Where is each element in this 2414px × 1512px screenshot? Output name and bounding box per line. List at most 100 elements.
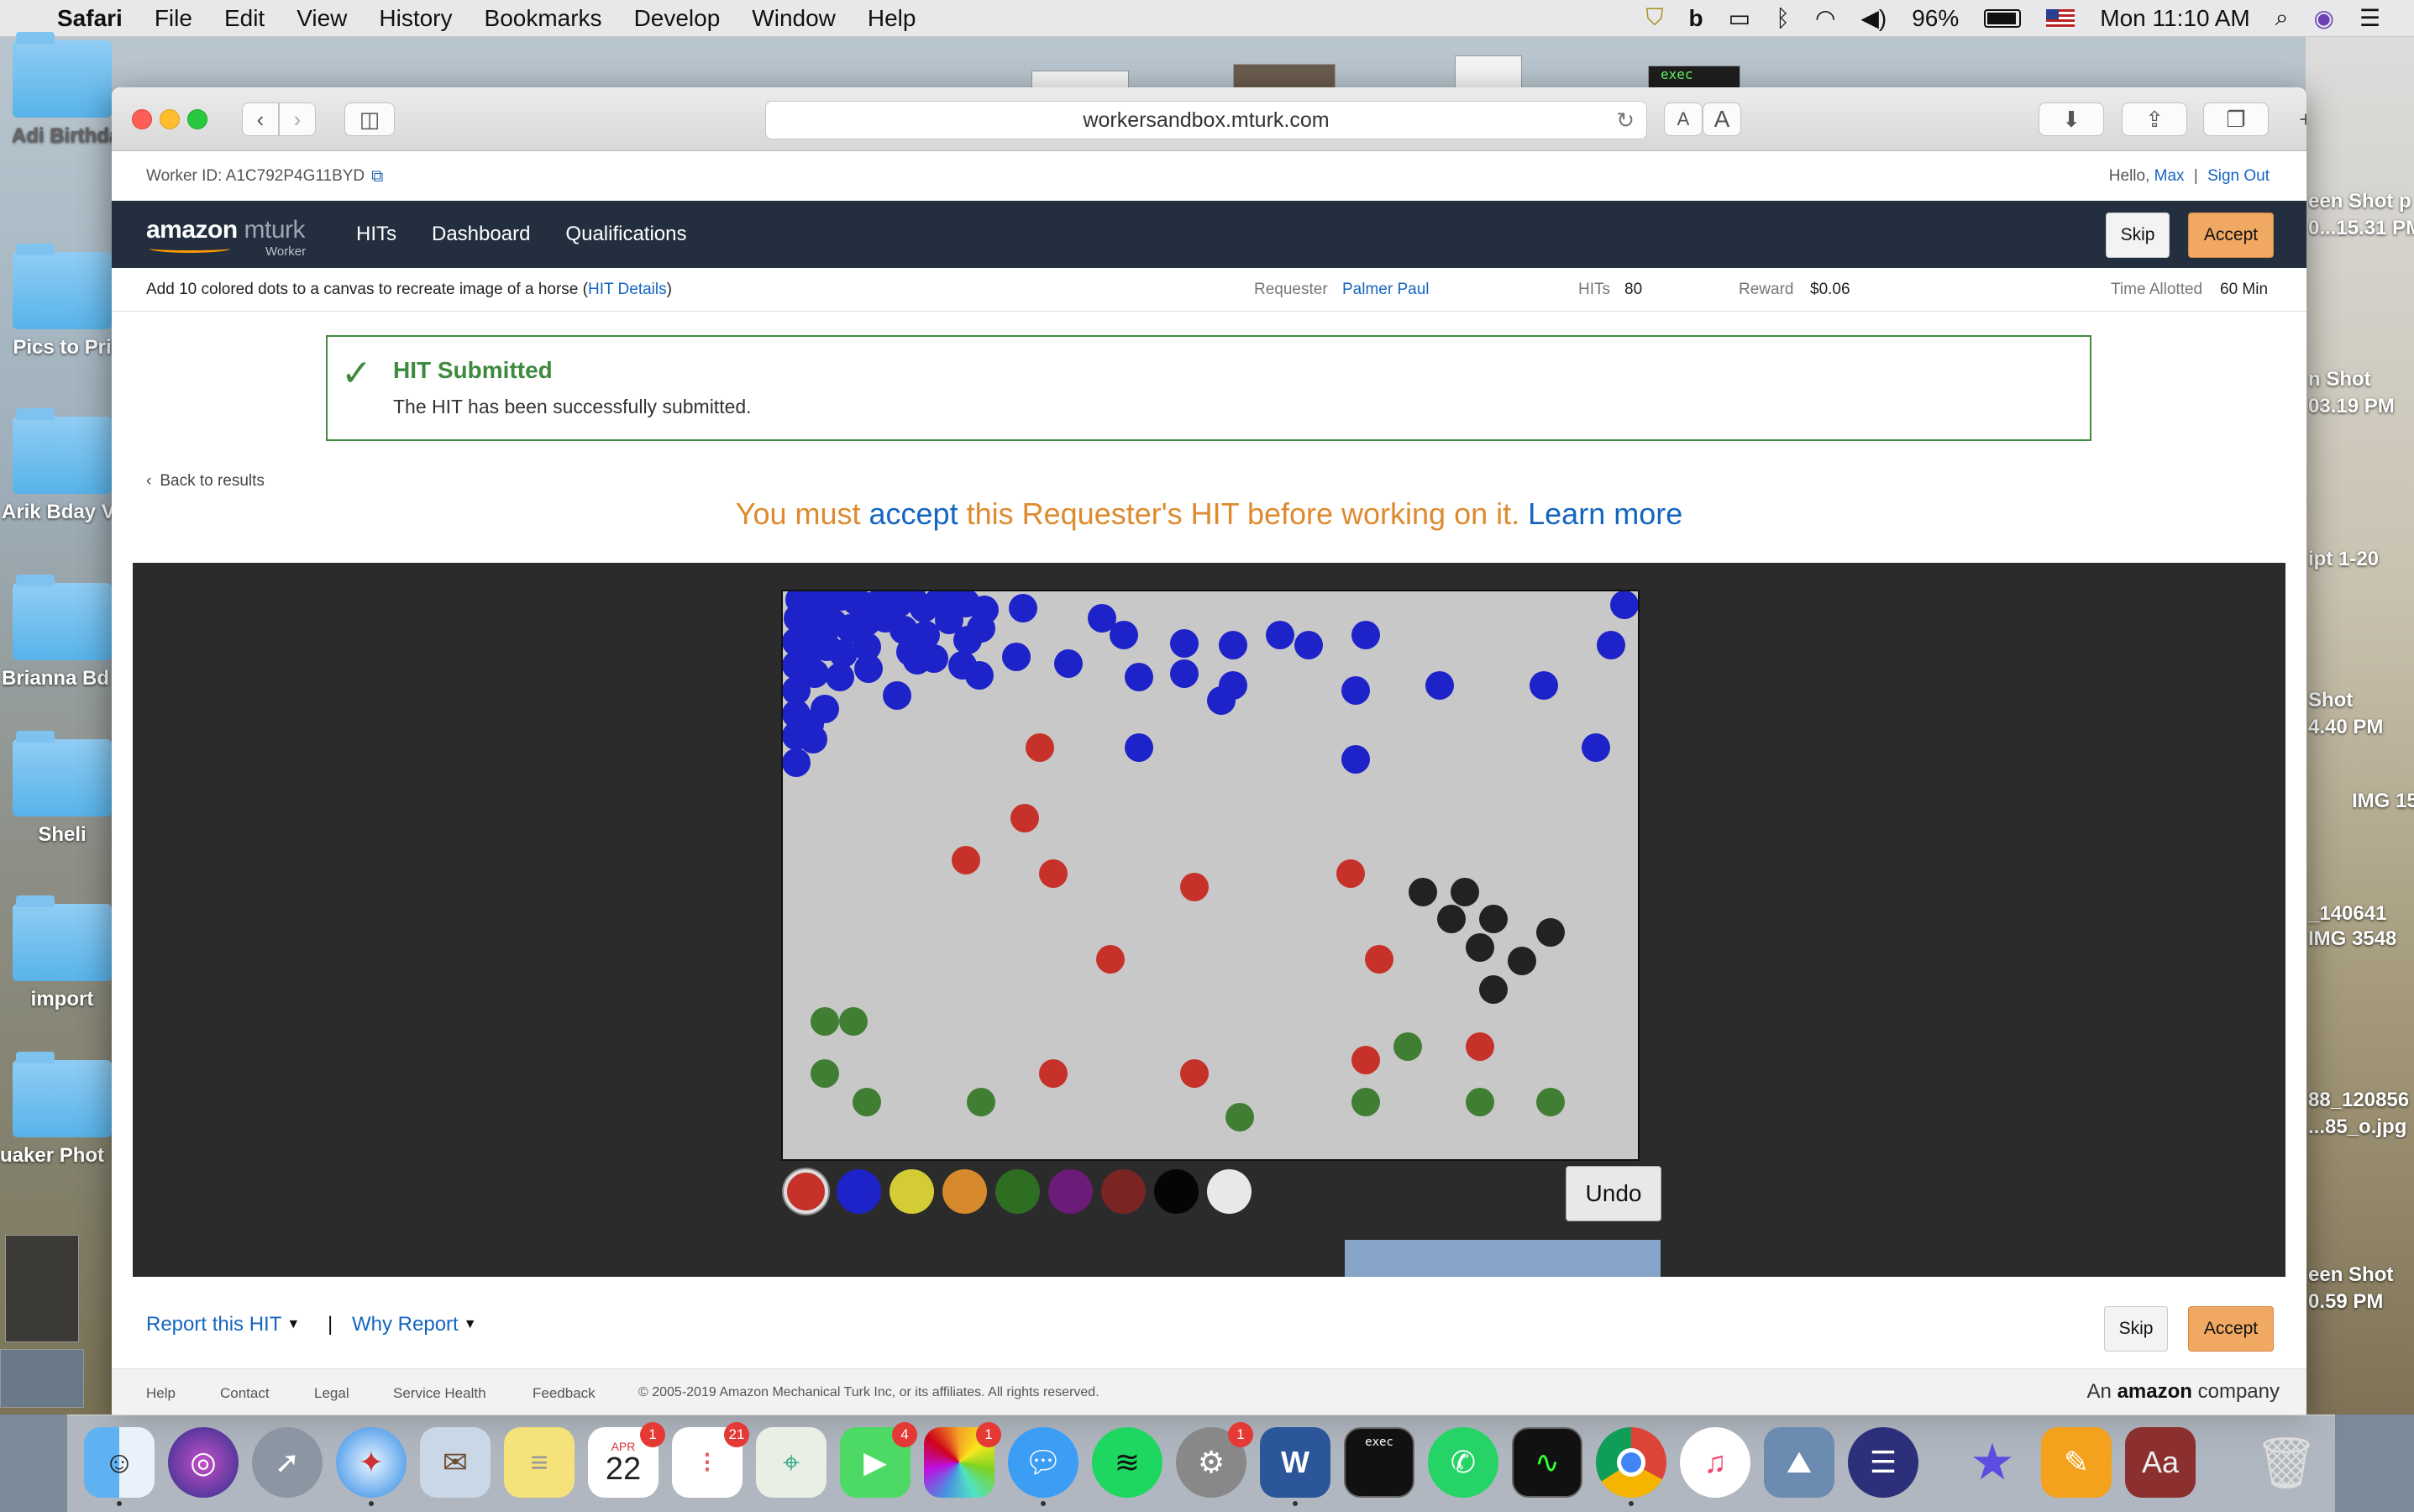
safari-icon[interactable]: ✦ [336,1427,407,1506]
itunes-icon[interactable]: ♫ [1680,1427,1750,1498]
desktop-file-thumbnail[interactable] [1455,55,1522,89]
submit-button-partial[interactable] [1345,1240,1661,1277]
reminders-icon[interactable]: ⁝ 21 [672,1422,749,1498]
accept-button[interactable]: Accept [2188,1306,2274,1352]
menu-bookmarks[interactable]: Bookmarks [485,5,602,32]
copy-icon[interactable]: ⧉ [371,167,383,186]
swatch-purple[interactable] [1048,1169,1093,1214]
dictionary-icon[interactable]: Aa [2125,1427,2196,1498]
report-hit-dropdown[interactable]: Report this HIT ▼ [146,1313,300,1336]
wifi-icon[interactable]: ◠ [1815,4,1835,32]
minimize-window-button[interactable] [160,109,180,129]
desktop-folder[interactable]: Pics to Pri [12,244,113,360]
desktop-file-label[interactable]: 03.19 PM [2308,395,2414,418]
new-tab-button[interactable]: + [2289,102,2306,136]
sign-out-link[interactable]: Sign Out [2207,167,2270,185]
desktop-file-label[interactable]: een Shot [2308,1263,2414,1287]
requester-link[interactable]: Palmer Paul [1342,281,1430,299]
swatch-blue[interactable] [837,1169,881,1214]
swatch-green[interactable] [995,1169,1040,1214]
calendar-icon[interactable]: APR 22 1 [588,1422,665,1498]
menu-window[interactable]: Window [752,5,836,32]
battery-icon[interactable] [1984,8,2022,28]
desktop-file-label[interactable]: ...85_o.jpg [2308,1116,2414,1139]
text-larger-button[interactable]: A [1703,102,1741,136]
desktop-file-label[interactable]: 0.59 PM [2308,1290,2414,1314]
notes-icon[interactable]: ≡ [504,1427,575,1498]
nav-qualifications[interactable]: Qualifications [565,223,686,246]
photos-icon[interactable]: 1 [924,1422,1001,1498]
menu-view[interactable]: View [297,5,347,32]
preview-icon[interactable]: ⛰ [1764,1427,1834,1498]
bluetooth-icon[interactable]: ᛒ [1776,5,1790,32]
menu-app-name[interactable]: Safari [57,5,123,32]
desktop-file-label[interactable]: Shot [2308,689,2414,712]
desktop-terminal-thumbnail[interactable]: exec [1648,66,1740,89]
whatsapp-icon[interactable]: ✆ [1428,1427,1498,1498]
swatch-orange[interactable] [942,1169,987,1214]
swatch-white[interactable] [1207,1169,1252,1214]
desktop-file-label[interactable]: IMG 3548 [2308,927,2414,951]
menu-file[interactable]: File [155,5,192,32]
address-bar[interactable]: workersandbox.mturk.com ↻ [765,101,1647,139]
accept-link[interactable]: accept [869,496,958,531]
desktop-folder[interactable]: Adi Birthda [12,32,113,148]
undo-button[interactable]: Undo [1566,1166,1661,1221]
desktop-file-label[interactable]: n Shot [2308,368,2414,391]
finder-icon[interactable]: ☺ [84,1427,155,1506]
spotlight-search-icon[interactable]: ⌕ [2275,4,2289,32]
swatch-dark-red[interactable] [1101,1169,1146,1214]
desktop-folder[interactable]: uaker Phot [0,1052,113,1168]
desktop-file-label[interactable]: _140641 [2308,902,2414,926]
menu-help[interactable]: Help [868,5,916,32]
b-app-icon[interactable]: b [1689,5,1703,32]
trash-icon[interactable]: 🗑︎ [2251,1427,2322,1498]
terminal-icon[interactable]: exec [1344,1427,1414,1498]
pages-icon[interactable]: ✎ [2041,1427,2112,1498]
facetime-icon[interactable]: ▶ 4 [840,1422,917,1498]
desktop-file-label[interactable]: 0...15.31 PM [2308,217,2414,240]
activity-monitor-icon[interactable]: ∿ [1512,1427,1582,1498]
forward-button[interactable]: › [279,102,316,136]
desktop-file-thumbnail[interactable] [1031,71,1129,89]
skip-button[interactable]: Skip [2106,213,2170,258]
maps-icon[interactable]: ⌖ [756,1427,827,1498]
footer-service-health-link[interactable]: Service Health [393,1385,486,1402]
footer-feedback-link[interactable]: Feedback [533,1385,596,1402]
airplay-icon[interactable]: ▭ [1729,4,1750,32]
why-report-dropdown[interactable]: Why Report ▼ [352,1313,477,1336]
footer-legal-link[interactable]: Legal [314,1385,349,1402]
mail-icon[interactable]: ✉ [420,1427,491,1498]
text-smaller-button[interactable]: A [1664,102,1703,136]
clock[interactable]: Mon 11:10 AM [2100,5,2249,32]
chrome-icon[interactable] [1596,1427,1666,1506]
siri-icon[interactable]: ◎ [168,1427,239,1498]
launchpad-icon[interactable]: ➚ [252,1427,323,1498]
fullscreen-window-button[interactable] [187,109,207,129]
back-button[interactable]: ‹ [242,102,279,136]
menu-edit[interactable]: Edit [224,5,265,32]
notification-center-icon[interactable]: ☰ [2359,4,2380,32]
desktop-folder[interactable]: Brianna Bd [2,575,113,690]
volume-icon[interactable]: ◀) [1860,4,1887,32]
nav-hits[interactable]: HITs [356,223,396,246]
downloads-button[interactable]: ⬇ [2039,102,2104,136]
siri-icon[interactable]: ◉ [2313,4,2333,32]
desktop-file-label[interactable]: 4.40 PM [2308,716,2414,739]
share-button[interactable]: ⇪ [2122,102,2187,136]
input-source-flag-icon[interactable] [2046,8,2076,28]
hit-details-link[interactable]: HIT Details [588,281,667,298]
close-window-button[interactable] [132,109,152,129]
sidebar-button[interactable]: ◫ [344,102,395,136]
learn-more-link[interactable]: Learn more [1528,496,1682,531]
swatch-black[interactable] [1154,1169,1199,1214]
word-icon[interactable]: W [1260,1427,1330,1506]
shield-icon[interactable]: ⛉ [1646,4,1664,32]
accept-button[interactable]: Accept [2188,213,2274,258]
footer-help-link[interactable]: Help [146,1385,176,1402]
desktop-folder[interactable]: Arik Bday V [2,408,113,524]
menu-history[interactable]: History [379,5,452,32]
imovie-icon[interactable]: ★ [1957,1427,2028,1498]
nav-dashboard[interactable]: Dashboard [432,223,530,246]
reload-icon[interactable]: ↻ [1616,108,1635,134]
